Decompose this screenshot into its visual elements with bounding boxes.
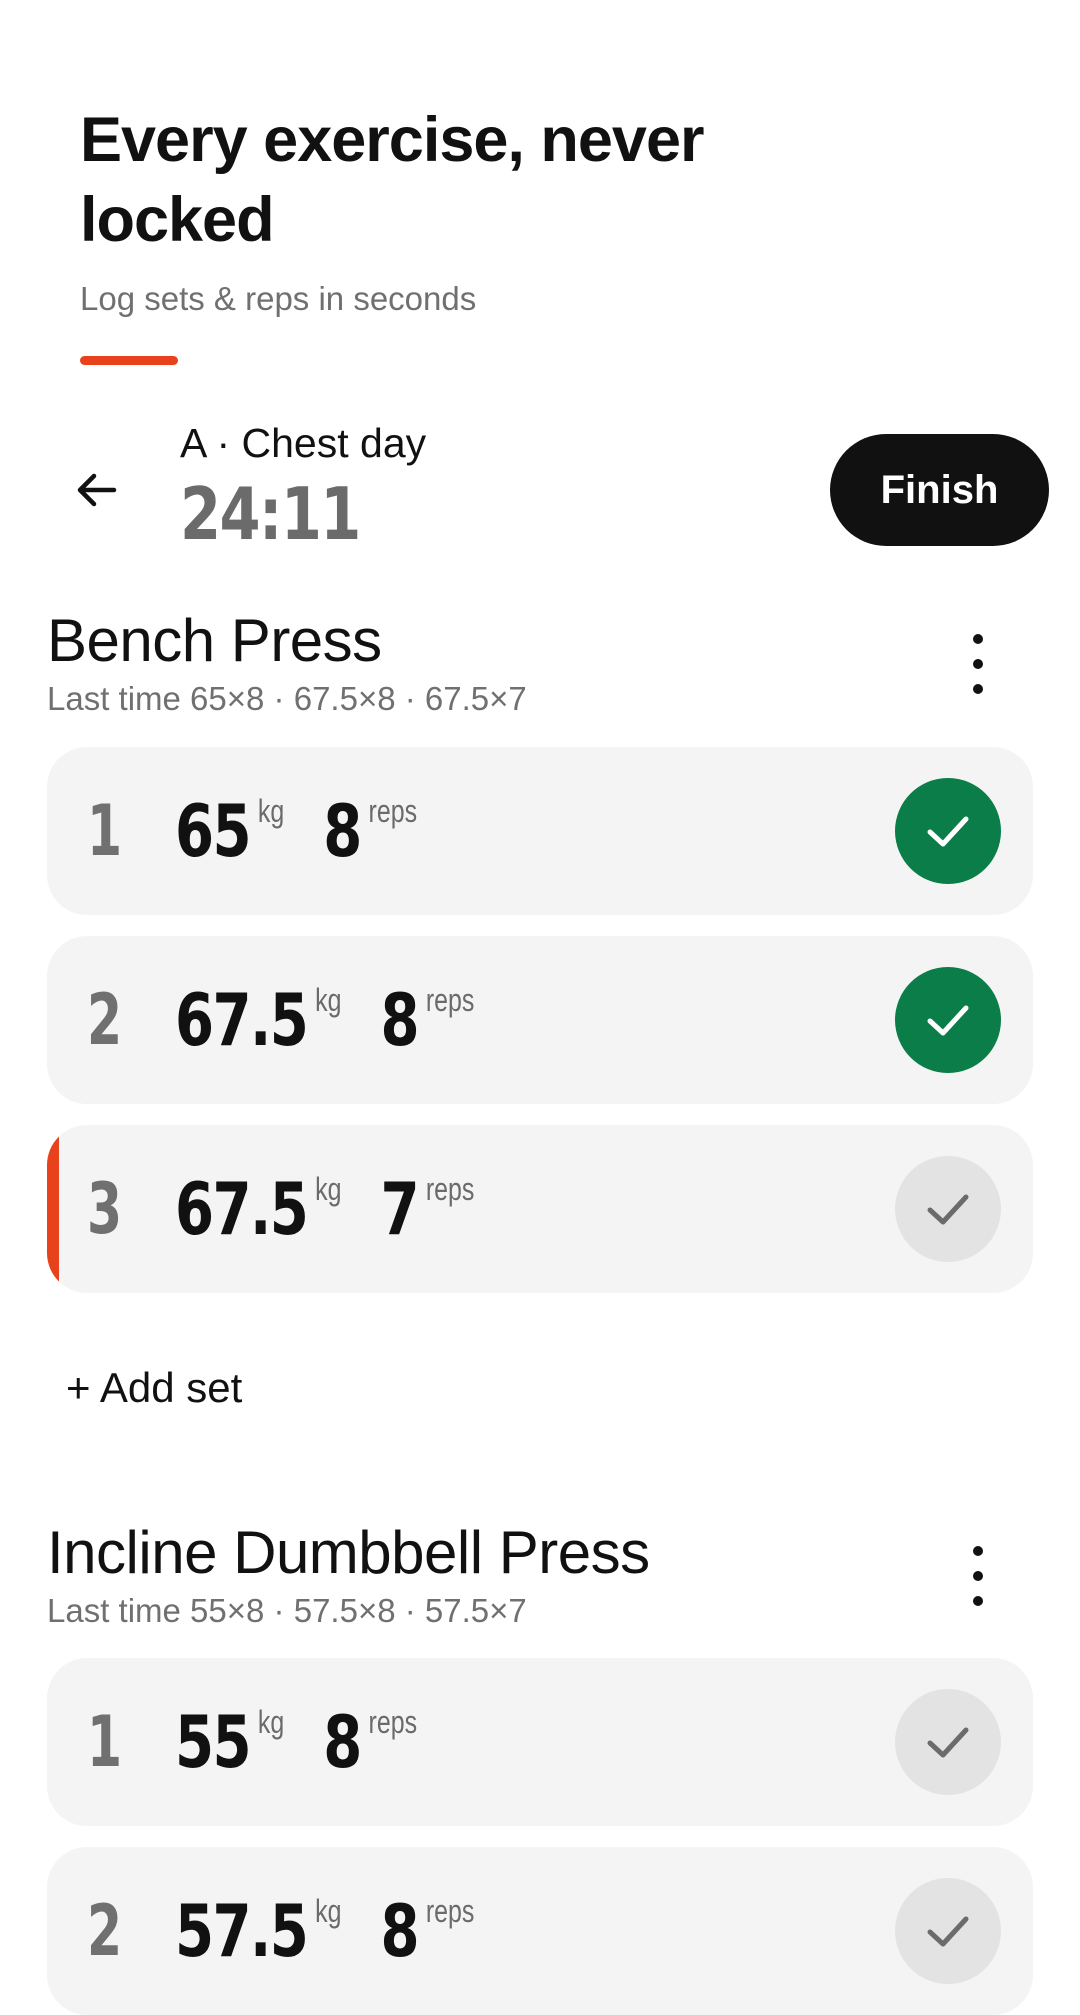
active-set-indicator	[47, 1125, 59, 1293]
more-vertical-icon	[973, 1546, 983, 1556]
more-vertical-icon-dot	[973, 684, 983, 694]
weight-unit: kg	[315, 1893, 342, 1929]
back-button[interactable]	[66, 460, 126, 520]
weight-unit: kg	[257, 793, 285, 829]
weight-unit: kg	[315, 982, 342, 1018]
set-values: 67.5 kg 7 reps	[175, 1125, 513, 1293]
check-icon	[927, 1005, 969, 1036]
set-number: 1	[87, 1701, 123, 1783]
set-number: 2	[87, 979, 123, 1061]
more-vertical-icon-dot	[973, 1596, 983, 1606]
weight-unit: kg	[257, 1704, 285, 1740]
workout-timer: 24:11	[180, 472, 361, 556]
check-icon	[927, 1194, 969, 1225]
check-icon	[927, 1916, 969, 1947]
weight-unit: kg	[315, 1171, 342, 1207]
set-number: 2	[87, 1890, 123, 1972]
set-values: 67.5 kg 8 reps	[175, 936, 513, 1104]
set-reps[interactable]: 8	[323, 1700, 362, 1784]
set-number: 3	[87, 1168, 123, 1250]
complete-set-button[interactable]	[895, 1878, 1001, 1984]
hero-title: Every exercise, never locked	[80, 105, 705, 255]
exercise-name: Incline Dumbbell Press	[47, 1519, 650, 1586]
set-number: 1	[87, 790, 123, 872]
more-vertical-icon	[973, 634, 983, 644]
set-weight[interactable]: 67.5	[175, 978, 309, 1062]
add-set-button[interactable]: + Add set	[66, 1364, 242, 1412]
reps-unit: reps	[368, 793, 418, 829]
set-reps[interactable]: 8	[380, 1889, 419, 1973]
exercise-menu-button[interactable]	[963, 1546, 993, 1606]
check-icon	[927, 1727, 969, 1758]
set-values: 57.5 kg 8 reps	[175, 1847, 513, 2015]
more-vertical-icon-dot	[973, 1571, 983, 1581]
complete-set-button[interactable]	[895, 778, 1001, 884]
set-values: 65 kg 8 reps	[175, 747, 456, 915]
set-row[interactable]: 2 57.5 kg 8 reps	[47, 1847, 1033, 2015]
session-name: A · Chest day	[180, 420, 427, 466]
complete-set-button[interactable]	[895, 1689, 1001, 1795]
exercise-header: Incline Dumbbell Press Last time 55×8 · …	[47, 1518, 1033, 1630]
more-vertical-icon-dot	[973, 659, 983, 669]
arrow-left-icon	[77, 473, 117, 507]
hero-subtitle: Log sets & reps in seconds	[80, 280, 477, 317]
onboarding-hero: Every exercise, never locked Log sets & …	[80, 100, 780, 365]
reps-unit: reps	[368, 1704, 418, 1740]
set-values: 55 kg 8 reps	[175, 1658, 456, 1826]
exercise-name: Bench Press	[47, 607, 382, 674]
reps-unit: reps	[425, 1171, 475, 1207]
set-reps[interactable]: 7	[380, 1167, 419, 1251]
exercise-menu-button[interactable]	[963, 634, 993, 694]
finish-button[interactable]: Finish	[830, 434, 1049, 546]
reps-unit: reps	[425, 1893, 475, 1929]
set-row[interactable]: 2 67.5 kg 8 reps	[47, 936, 1033, 1104]
set-row-active[interactable]: 3 67.5 kg 7 reps	[47, 1125, 1033, 1293]
reps-unit: reps	[425, 982, 475, 1018]
exercise-header: Bench Press Last time 65×8 · 67.5×8 · 67…	[47, 606, 1033, 718]
set-weight[interactable]: 57.5	[175, 1889, 309, 1973]
set-reps[interactable]: 8	[323, 789, 362, 873]
complete-set-button[interactable]	[895, 967, 1001, 1073]
workout-header: A · Chest day 24:11 Finish	[0, 420, 1080, 560]
set-weight[interactable]: 65	[175, 789, 252, 873]
check-icon	[927, 816, 969, 847]
exercise-last-time: Last time 65×8 · 67.5×8 · 67.5×7	[47, 680, 527, 717]
set-weight[interactable]: 55	[175, 1700, 252, 1784]
set-reps[interactable]: 8	[380, 978, 419, 1062]
set-weight[interactable]: 67.5	[175, 1167, 309, 1251]
set-row[interactable]: 1 65 kg 8 reps	[47, 747, 1033, 915]
set-row[interactable]: 1 55 kg 8 reps	[47, 1658, 1033, 1826]
exercise-last-time: Last time 55×8 · 57.5×8 · 57.5×7	[47, 1592, 527, 1629]
complete-set-button[interactable]	[895, 1156, 1001, 1262]
hero-accent-bar	[80, 356, 178, 365]
